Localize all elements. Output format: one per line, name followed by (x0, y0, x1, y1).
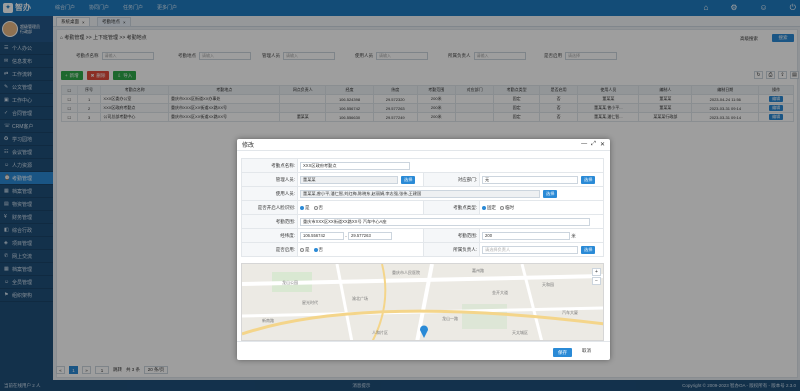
select-users-button[interactable]: 选择 (543, 189, 558, 198)
manager-field[interactable]: 董某某 (300, 175, 398, 184)
map-label: 天太城区 (512, 329, 528, 335)
radio-label: 否 (318, 246, 324, 252)
type-fixed-radio[interactable]: 固定 (482, 205, 496, 211)
dialog-title: 修改 (242, 143, 255, 149)
map-label: 龙山公园 (282, 279, 298, 285)
radio-dot (313, 205, 318, 210)
map-label: 人和片区 (372, 329, 388, 335)
latitude-field[interactable]: 29.577263 (348, 231, 392, 240)
range-label: 考勤范围: (423, 228, 481, 243)
dialog-footer: 保存 取消 (237, 341, 610, 360)
map-label: 天和园 (542, 281, 554, 287)
face-no-radio[interactable]: 否 (313, 204, 324, 211)
face-yes-radio[interactable]: 是 (300, 205, 310, 211)
radio-label: 否 (318, 204, 324, 210)
dept-select[interactable]: 无 (482, 175, 579, 184)
coord-label: 经纬度: (241, 228, 298, 243)
location-label: 考勤范围: (241, 214, 298, 229)
location-field[interactable]: 重庆市XXX区XX街道XX路XX号 汽车中心A座 (300, 217, 590, 226)
longitude-field[interactable]: 106.556742 (300, 231, 344, 240)
map-label: 金开大道 (492, 289, 508, 295)
range-unit: 米 (571, 233, 576, 238)
map-label: 星光时代 (302, 299, 318, 305)
radio-label: 是 (305, 246, 310, 252)
radio-label: 是 (305, 204, 310, 210)
select-owner-button[interactable]: 选择 (581, 245, 596, 254)
cancel-button[interactable]: 取消 (582, 348, 591, 354)
close-icon[interactable]: ✕ (600, 141, 605, 148)
radio-label: 临时 (505, 204, 515, 210)
radio-dot (313, 247, 318, 252)
save-button[interactable]: 保存 (553, 348, 572, 357)
zoom-out-icon[interactable]: − (592, 277, 601, 285)
dialog-header: 修改 — ⤢ ✕ (237, 139, 610, 151)
select-manager-button[interactable]: 选择 (401, 175, 416, 184)
map-label: 嘉州路 (472, 267, 484, 273)
map-label: 渝北广场 (352, 295, 368, 301)
radio-dot (500, 205, 505, 210)
select-dept-button[interactable]: 选择 (581, 175, 596, 184)
users-field[interactable]: 董某某,曾小平,潘仁智,刘红梅,陈晓东,赵丽娟,李志强,张伟,王建国 (300, 189, 540, 198)
type-label: 考勤点类型: (423, 200, 481, 215)
radio-dot (300, 247, 304, 252)
map-label: 重庆市人民医院 (392, 269, 420, 275)
map-label: 新南路 (262, 317, 274, 323)
radio-dot (300, 205, 304, 210)
zoom-in-icon[interactable]: + (592, 268, 601, 276)
map-label: 龙山一路 (442, 315, 458, 321)
face-label: 是否开启人脸识别: (241, 200, 298, 215)
manager-label: 管理人员: (241, 172, 298, 187)
type-temp-radio[interactable]: 临时 (500, 205, 514, 211)
maximize-icon[interactable]: ⤢ (591, 141, 596, 148)
enabled-no-radio[interactable]: 否 (313, 246, 324, 253)
radio-label: 固定 (487, 204, 497, 210)
map-canvas[interactable]: 重庆市人民医院龙山公园渝北广场 嘉州路新南路 金开大道 天和园星光时代龙山一路 汽车大厦… (242, 264, 604, 341)
enabled-label: 是否启用: (241, 242, 298, 257)
range-field[interactable]: 200 (482, 231, 571, 240)
name-field[interactable]: XXX区政府考勤点 (300, 161, 410, 170)
minimize-icon[interactable]: — (581, 141, 587, 148)
enabled-yes-radio[interactable]: 是 (300, 247, 310, 253)
name-label: 考勤点名称: (241, 158, 298, 173)
owner-field[interactable]: 请选择负责人 (482, 245, 579, 254)
radio-dot (482, 205, 487, 210)
dept-label: 对应部门: (423, 172, 481, 187)
map-view[interactable]: 重庆市人民医院龙山公园渝北广场 嘉州路新南路 金开大道 天和园星光时代龙山一路 汽车大厦… (241, 263, 604, 341)
edit-form: 考勤点名称: XXX区政府考勤点 管理人员: 董某某 选择 对应部门: 无选择 使… (241, 158, 604, 257)
map-zoom-controls: + − (592, 268, 601, 285)
users-label: 使用人员: (241, 186, 298, 201)
map-label: 汽车大厦 (562, 309, 578, 315)
owner-label: 所属负责人: (423, 242, 481, 257)
